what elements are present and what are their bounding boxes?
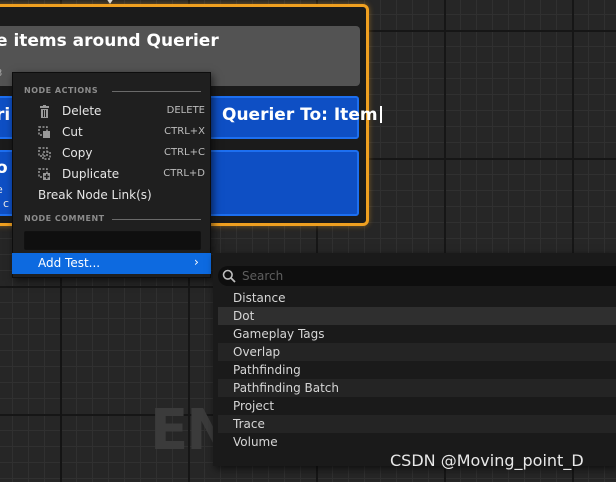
graph-gridline bbox=[60, 285, 62, 482]
list-item-overlap[interactable]: Overlap bbox=[218, 343, 616, 361]
list-item-pathfinding-batch[interactable]: Pathfinding Batch bbox=[218, 379, 616, 397]
list-item-dot[interactable]: Dot bbox=[218, 307, 616, 325]
menu-item-copy[interactable]: Copy CTRL+C bbox=[20, 144, 205, 164]
menu-item-break-links[interactable]: Break Node Link(s) bbox=[20, 186, 205, 206]
list-item-gameplay-tags[interactable]: Gameplay Tags bbox=[218, 325, 616, 343]
section-node-actions: NODE ACTIONS bbox=[24, 86, 99, 95]
list-item-distance[interactable]: Distance bbox=[218, 289, 616, 307]
test2-line2: , c bbox=[0, 197, 10, 210]
menu-item-label: Break Node Link(s) bbox=[38, 188, 152, 202]
menu-item-label: Duplicate bbox=[62, 167, 120, 181]
menu-item-shortcut: CTRL+D bbox=[163, 168, 205, 179]
node-title: e items around Querier bbox=[0, 31, 219, 51]
list-item-project[interactable]: Project bbox=[218, 397, 616, 415]
menu-item-shortcut: DELETE bbox=[166, 105, 205, 116]
test-title-fragment: ri bbox=[0, 105, 11, 125]
menu-item-delete[interactable]: Delete DELETE bbox=[20, 102, 205, 122]
trash-icon bbox=[40, 105, 49, 118]
menu-item-add-test[interactable]: Add Test... › bbox=[12, 253, 211, 274]
test-type-list: Distance Dot Gameplay Tags Overlap Pathf… bbox=[218, 289, 616, 451]
menu-item-cut[interactable]: Cut CTRL+X bbox=[20, 123, 205, 143]
search-icon bbox=[222, 269, 236, 283]
section-node-comment: NODE COMMENT bbox=[24, 214, 105, 223]
list-item-volume[interactable]: Volume bbox=[218, 433, 616, 451]
test2-line1: e bbox=[0, 183, 3, 196]
search-input[interactable] bbox=[242, 267, 602, 284]
menu-item-label: Copy bbox=[62, 146, 93, 160]
menu-item-shortcut: CTRL+C bbox=[164, 147, 205, 158]
section-divider bbox=[112, 219, 201, 220]
section-divider bbox=[112, 91, 201, 92]
node-subtitle: 3 bbox=[0, 68, 2, 79]
watermark-text: CSDN @Moving_point_D bbox=[390, 451, 584, 470]
node-comment-input[interactable] bbox=[24, 231, 201, 250]
test-title: Querier To: Item bbox=[222, 105, 382, 125]
menu-item-label: Cut bbox=[62, 125, 83, 139]
test2-title: o bbox=[0, 158, 8, 178]
menu-item-label: Delete bbox=[62, 104, 102, 118]
chevron-right-icon: › bbox=[194, 255, 199, 269]
cut-icon bbox=[38, 126, 50, 138]
list-item-pathfinding[interactable]: Pathfinding bbox=[218, 361, 616, 379]
copy-icon bbox=[38, 147, 51, 160]
list-item-trace[interactable]: Trace bbox=[218, 415, 616, 433]
add-test-label: Add Test... bbox=[38, 256, 101, 270]
duplicate-icon bbox=[38, 168, 50, 180]
menu-item-duplicate[interactable]: Duplicate CTRL+D bbox=[20, 165, 205, 185]
menu-item-shortcut: CTRL+X bbox=[164, 126, 205, 137]
